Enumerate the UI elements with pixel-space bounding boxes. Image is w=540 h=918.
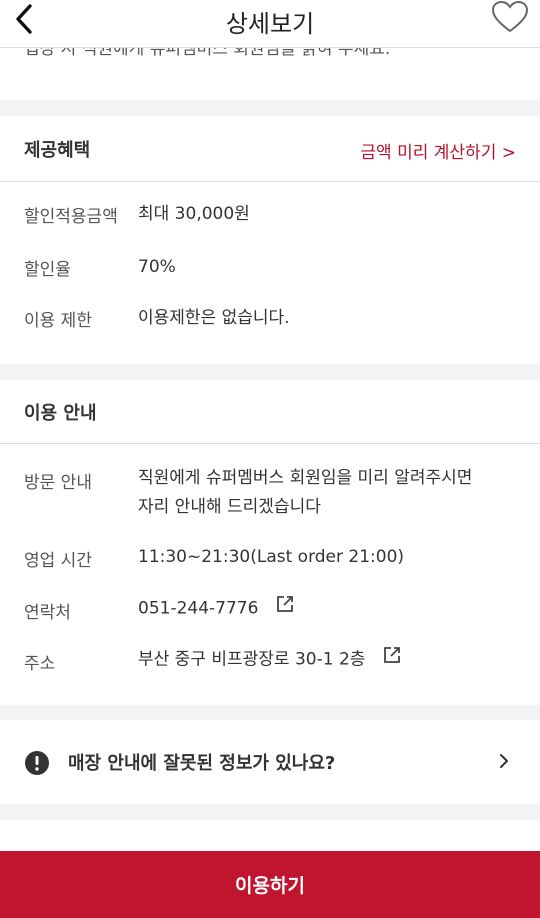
benefit-header: 제공혜택 금액 미리 계산하기 > [0,116,540,182]
page-title: 상세보기 [225,10,315,38]
contact-value[interactable]: 051-244-7776 [138,599,258,619]
alert-icon [24,750,50,780]
visit-label: 방문 안내 [24,473,92,493]
discount-rate-label: 할인율 [24,260,71,280]
map-link-icon[interactable] [383,645,401,674]
usage-header: 이용 안내 [0,380,540,444]
usage-title: 이용 안내 [24,402,97,424]
heart-icon[interactable] [490,0,530,34]
discount-amount-value: 최대 30,000원 [138,204,250,224]
usage-info-card: 이용 안내 방문 안내 직원에게 슈퍼멤버스 회원임을 미리 알려주시면 자리 … [0,380,540,705]
hours-value: 11:30~21:30(Last order 21:00) [138,547,405,567]
cut-off-text: 입장 시 직원에게 슈퍼멤버스 회원임을 밝혀 주세요. [24,48,391,59]
top-nav-bar: 상세보기 [0,0,540,48]
discount-amount-label: 할인적용금액 [24,207,118,227]
usage-limit-label: 이용 제한 [24,311,92,331]
contact-row[interactable]: 051-244-7776 [138,594,294,624]
report-text[interactable]: 매장 안내에 잘못된 정보가 있나요? [68,749,335,775]
use-button[interactable]: 이용하기 [0,851,540,918]
hours-label: 영업 시간 [24,551,92,571]
address-value[interactable]: 부산 중구 비프광장로 30-1 2층 [138,650,365,670]
usage-limit-value: 이용제한은 없습니다. [138,308,290,328]
visit-line-1: 직원에게 슈퍼멤버스 회원임을 미리 알려주시면 [138,468,473,488]
visit-value: 직원에게 슈퍼멤버스 회원임을 미리 알려주시면 자리 안내해 드리겠습니다 [138,464,472,522]
report-info-row[interactable]: 매장 안내에 잘못된 정보가 있나요? [0,720,540,804]
visit-line-2: 자리 안내해 드리겠습니다 [138,497,321,517]
chevron-right-icon[interactable] [498,752,510,774]
address-row[interactable]: 부산 중구 비프광장로 30-1 2층 [138,645,401,675]
contact-label: 연락처 [24,603,71,623]
address-label: 주소 [24,654,56,674]
previous-section: 입장 시 직원에게 슈퍼멤버스 회원임을 밝혀 주세요. [0,48,540,100]
discount-rate-value: 70% [138,257,176,277]
benefit-card: 제공혜택 금액 미리 계산하기 > 할인적용금액 최대 30,000원 할인율 … [0,116,540,364]
external-link-icon[interactable] [276,594,294,623]
calc-price-link[interactable]: 금액 미리 계산하기 > [360,138,516,163]
